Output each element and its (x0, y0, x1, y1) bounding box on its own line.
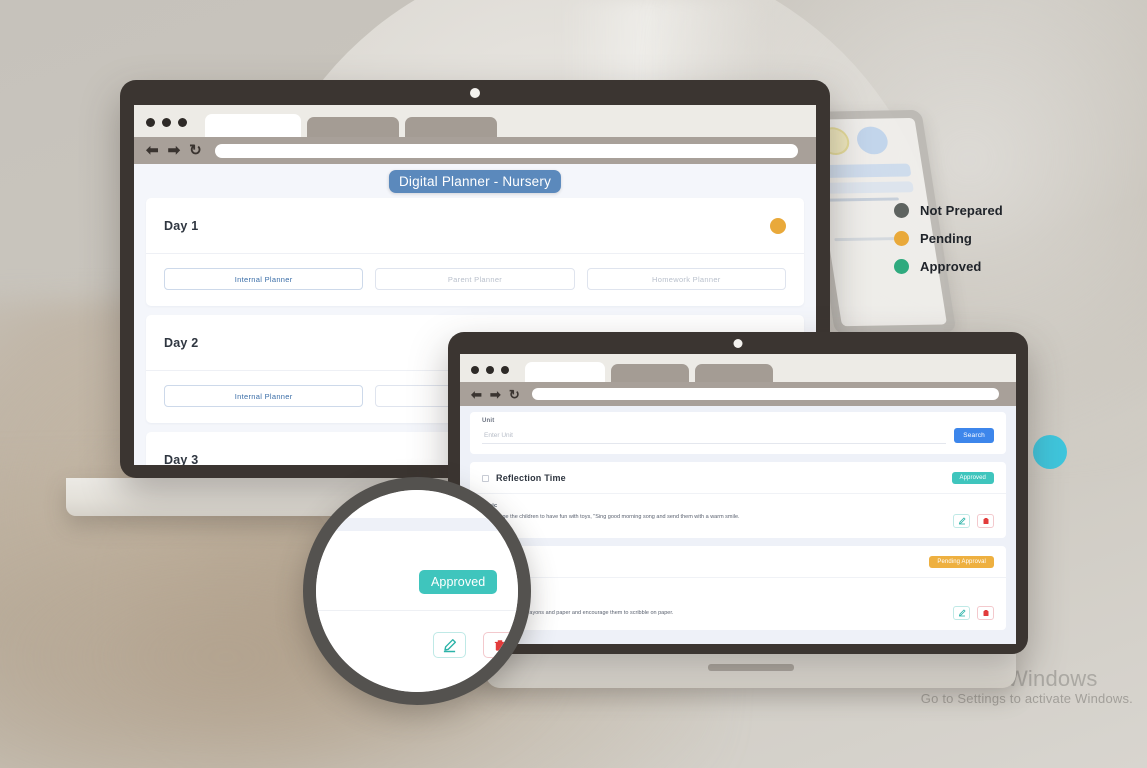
browser-tab-1[interactable] (205, 114, 301, 137)
browser-nav-bar-2: ⬅ ➡ ↻ (460, 382, 1016, 406)
arrow-left-icon[interactable]: ⬅ (146, 143, 159, 158)
arrow-right-icon[interactable]: ➡ (168, 143, 181, 158)
planner-tab-parent[interactable]: Parent Planner (375, 268, 575, 290)
legend-dot-pending (894, 231, 909, 246)
address-bar-1[interactable] (214, 143, 798, 158)
laptop-secondary: ⬅ ➡ ↻ Unit Enter Unit Search Reflection … (448, 332, 1048, 697)
browser-nav-bar-1: ⬅ ➡ ↻ (134, 137, 816, 164)
status-dot-pending (770, 217, 786, 234)
planner-tab-homework[interactable]: Homework Planner (586, 268, 786, 290)
screenshot-root: ⬅ ➡ ↻ Digital Planner - Nursery Day 1 In… (0, 0, 1147, 768)
unit-search-row: Enter Unit Search (482, 427, 994, 444)
arrow-right-icon[interactable]: ➡ (490, 388, 501, 401)
window-dot-2 (162, 118, 171, 127)
reload-icon[interactable]: ↻ (189, 143, 202, 158)
trash-icon[interactable] (483, 632, 516, 658)
topic-text: Encourage the children to have fun with … (482, 514, 740, 520)
legend-item-pending: Pending (894, 231, 1003, 246)
reload-icon[interactable]: ↻ (509, 388, 520, 401)
legend-dot-not-prepared (894, 203, 909, 218)
day-label: Day 1 (164, 218, 199, 233)
edit-pencil-icon[interactable] (953, 514, 970, 528)
lesson-section-card: Pending Approval Give the children crayo… (470, 546, 1006, 630)
legend-item-not-prepared: Not Prepared (894, 203, 1003, 218)
magnifier-zoom-circle: Approved (303, 477, 531, 705)
trash-icon[interactable] (977, 514, 994, 528)
laptop-secondary-camera (733, 339, 743, 348)
laptop-primary-camera (470, 88, 480, 98)
lesson-section-body: Topic Encourage the children to have fun… (470, 494, 1006, 538)
day-label: Day 3 (164, 452, 199, 466)
search-button[interactable]: Search (954, 428, 994, 443)
page-title-badge: Digital Planner - Nursery (388, 170, 562, 193)
window-dot-2 (486, 366, 494, 374)
magnified-action-buttons (433, 632, 516, 658)
lesson-section-checkbox-group[interactable]: Reflection Time (482, 473, 566, 483)
planner-tab-internal[interactable]: Internal Planner (164, 268, 364, 290)
window-dot-3 (178, 118, 187, 127)
status-badge-pending: Pending Approval (929, 556, 994, 568)
day-label: Day 2 (164, 335, 199, 350)
window-controls-1[interactable] (146, 118, 187, 127)
laptop-secondary-lid: ⬅ ➡ ↻ Unit Enter Unit Search Reflection … (448, 332, 1028, 654)
window-dot-1 (146, 118, 155, 127)
rear-tablet-row-2 (825, 181, 914, 194)
status-badge-approved: Approved (951, 472, 994, 484)
lesson-section-header: Pending Approval (470, 546, 1006, 578)
unit-search-input[interactable]: Enter Unit (482, 427, 947, 444)
browser-tab-3[interactable] (405, 117, 497, 137)
unit-search-card: Unit Enter Unit Search (470, 412, 1006, 454)
legend-label: Pending (920, 231, 972, 246)
checkbox-icon[interactable] (482, 474, 489, 482)
legend-label: Approved (920, 259, 982, 274)
browser-tab-2[interactable] (611, 364, 689, 382)
topic-label: Topic (482, 503, 994, 509)
window-dot-1 (471, 366, 479, 374)
planner-tab-row: Internal Planner Parent Planner Homework… (146, 254, 804, 306)
browser-tab-1[interactable] (525, 362, 605, 382)
address-bar-2[interactable] (531, 388, 999, 400)
lesson-section-header: Reflection Time Approved (470, 462, 1006, 494)
lesson-section-title: Reflection Time (496, 473, 566, 483)
laptop-secondary-screen: ⬅ ➡ ↻ Unit Enter Unit Search Reflection … (460, 354, 1016, 644)
row-action-buttons (953, 606, 994, 620)
rear-tablet-widget-blue (855, 126, 890, 155)
legend-item-approved: Approved (894, 259, 1003, 274)
browser-tab-strip-1 (134, 105, 816, 137)
lesson-list-page: Unit Enter Unit Search Reflection Time A… (460, 406, 1016, 644)
rear-tablet-row-4 (834, 237, 896, 242)
lesson-section-body: Give the children crayons and paper and … (470, 578, 1006, 630)
status-legend: Not Prepared Pending Approved (894, 203, 1003, 287)
arrow-left-icon[interactable]: ⬅ (471, 388, 482, 401)
window-controls-2[interactable] (471, 366, 509, 374)
magnifier-content: Approved (316, 490, 518, 692)
edit-pencil-icon[interactable] (433, 632, 466, 658)
legend-dot-approved (894, 259, 909, 274)
edit-pencil-icon[interactable] (953, 606, 970, 620)
browser-tab-2[interactable] (307, 117, 399, 137)
unit-field-label: Unit (482, 418, 495, 424)
magnified-status-badge-approved: Approved (419, 570, 498, 594)
window-dot-3 (501, 366, 509, 374)
browser-tab-strip-2 (460, 354, 1016, 382)
trash-icon[interactable] (977, 606, 994, 620)
planner-tab-internal[interactable]: Internal Planner (164, 385, 364, 407)
legend-label: Not Prepared (920, 203, 1003, 218)
laptop-secondary-trackpad (708, 664, 794, 671)
rear-tablet-row-3 (827, 197, 900, 202)
laptop-secondary-base (486, 652, 1016, 688)
magnifier-strip-top (316, 518, 518, 531)
lesson-section-card: Reflection Time Approved Topic Encourage… (470, 462, 1006, 538)
day-card: Day 1 Internal Planner Parent Planner Ho… (146, 198, 804, 306)
browser-tab-3[interactable] (695, 364, 773, 382)
magnifier-divider (316, 610, 518, 611)
row-action-buttons (953, 514, 994, 528)
day-card-header: Day 1 (146, 198, 804, 254)
